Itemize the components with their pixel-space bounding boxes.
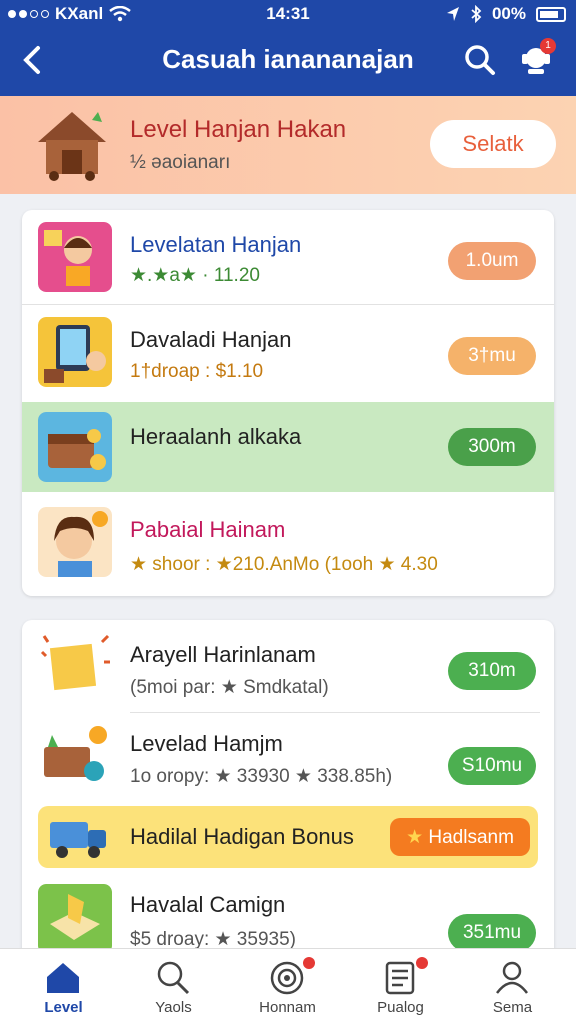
bonus-banner: Hadilal Hadigan Bonus ★ Hadlsanm bbox=[38, 806, 538, 868]
item-meta: ★ shoor : ★210.AnMo (1ooh ★ 4.30 bbox=[130, 554, 438, 575]
notification-badge: 1 bbox=[540, 38, 556, 54]
status-right: 00% bbox=[446, 4, 566, 24]
nav-label: Yaols bbox=[155, 999, 192, 1016]
delivery-truck-icon bbox=[50, 822, 106, 858]
nav-badge bbox=[416, 957, 428, 969]
nav-yaols[interactable]: Yaols bbox=[116, 949, 231, 1024]
list-item[interactable]: Davaladi Hanjan 1†droap : $1.10 3†mu bbox=[22, 305, 554, 401]
cart-icon bbox=[38, 721, 112, 791]
item-name: Davaladi Hanjan bbox=[130, 327, 292, 352]
claim-button[interactable]: 351mu bbox=[448, 914, 536, 952]
item-meta: (5moi par: ★ Smdkatal) bbox=[130, 677, 329, 698]
list-item[interactable]: Levelatan Hanjan ★.★a★ · 11.20 1.0um bbox=[22, 210, 554, 304]
nav-badge bbox=[303, 957, 315, 969]
claim-button[interactable]: 3†mu bbox=[448, 337, 536, 375]
bonus-button[interactable]: ★ Hadlsanm bbox=[390, 818, 530, 856]
banner-title: Level Hanjan Hakan bbox=[130, 116, 347, 143]
offer-list-card: Levelatan Hanjan ★.★a★ · 11.20 1.0um Dav… bbox=[22, 210, 554, 596]
item-name: Levelatan Hanjan bbox=[130, 232, 302, 257]
claim-button[interactable]: 300m bbox=[448, 428, 536, 466]
bluetooth-icon bbox=[471, 5, 482, 23]
item-name: Pabaial Hainam bbox=[130, 517, 286, 542]
bonus-button-label: Hadlsanm bbox=[428, 826, 514, 848]
search-icon bbox=[465, 45, 495, 75]
notifications-button[interactable]: 1 bbox=[518, 38, 556, 78]
nav-header: Casuah ianananajan 1 bbox=[0, 30, 576, 96]
list-item[interactable]: Levelad Hamjm 1o oropy: ★ 33930 ★ 338.85… bbox=[22, 713, 554, 803]
bottom-navigation: Level Yaols Honnam Pualog Sema bbox=[0, 948, 576, 1024]
item-meta: 1†droap : $1.10 bbox=[130, 361, 264, 382]
girl-avatar-icon bbox=[38, 507, 112, 577]
battery-text: 00% bbox=[491, 4, 526, 23]
nav-label: Level bbox=[44, 999, 83, 1016]
promo-banner: Level Hanjan Hakan ½ ǝaoianarı Selatk bbox=[0, 96, 576, 194]
location-icon bbox=[446, 7, 459, 21]
status-bar: KXanl 14:31 00% bbox=[0, 0, 576, 30]
claim-button[interactable]: 1.0um bbox=[448, 242, 536, 280]
character-thumbnail-icon bbox=[38, 222, 112, 292]
item-name: Havalal Camign bbox=[130, 892, 286, 917]
tablet-thumbnail-icon bbox=[38, 317, 112, 387]
bonus-label: Hadilal Hadigan Bonus bbox=[130, 824, 354, 849]
select-button[interactable]: Selatk bbox=[430, 120, 556, 168]
item-name: Levelad Hamjm bbox=[130, 731, 283, 756]
app-header: KXanl 14:31 00% Casuah ianananajan 1 bbox=[0, 0, 576, 96]
search-button[interactable] bbox=[464, 44, 496, 76]
nav-pualog[interactable]: Pualog bbox=[343, 949, 458, 1024]
home-icon bbox=[47, 963, 79, 993]
list-item[interactable]: Pabaial Hainam ★ shoor : ★210.AnMo (1ooh… bbox=[22, 493, 554, 596]
banner-subtitle: ½ ǝaoianarı bbox=[130, 152, 231, 173]
battery-icon bbox=[536, 6, 566, 22]
list-item[interactable]: Havalal Camign $5 droay: ★ 35935) 351mu bbox=[22, 872, 554, 960]
wooden-house-icon bbox=[38, 112, 106, 181]
list-icon bbox=[385, 961, 415, 995]
item-meta: 1o oropy: ★ 33930 ★ 338.85h) bbox=[130, 766, 393, 787]
star-icon: ★ bbox=[406, 826, 424, 848]
item-name: Heraalanh alkaka bbox=[130, 424, 302, 449]
sticky-note-icon bbox=[38, 632, 112, 702]
rewards-list-card: Arayell Harinlanam (5moi par: ★ Smdkatal… bbox=[22, 620, 554, 960]
item-name: Arayell Harinlanam bbox=[130, 642, 316, 667]
treasure-chest-icon bbox=[38, 412, 112, 482]
nav-honnam[interactable]: Honnam bbox=[230, 949, 345, 1024]
profile-icon bbox=[496, 961, 528, 994]
nav-sema[interactable]: Sema bbox=[455, 949, 570, 1024]
nav-label: Honnam bbox=[259, 999, 316, 1016]
nav-label: Sema bbox=[492, 999, 533, 1016]
gift-box-icon bbox=[38, 884, 112, 954]
search-icon bbox=[157, 961, 190, 995]
nav-level[interactable]: Level bbox=[6, 949, 121, 1024]
list-item-highlighted[interactable]: Heraalanh alkaka 300m bbox=[22, 402, 554, 492]
target-icon bbox=[270, 961, 304, 995]
nav-label: Pualog bbox=[377, 999, 424, 1016]
claim-button[interactable]: S10mu bbox=[448, 747, 536, 785]
claim-button[interactable]: 310m bbox=[448, 652, 536, 690]
list-item[interactable]: Arayell Harinlanam (5moi par: ★ Smdkatal… bbox=[22, 620, 554, 712]
item-meta: ★.★a★ · 11.20 bbox=[130, 265, 260, 286]
